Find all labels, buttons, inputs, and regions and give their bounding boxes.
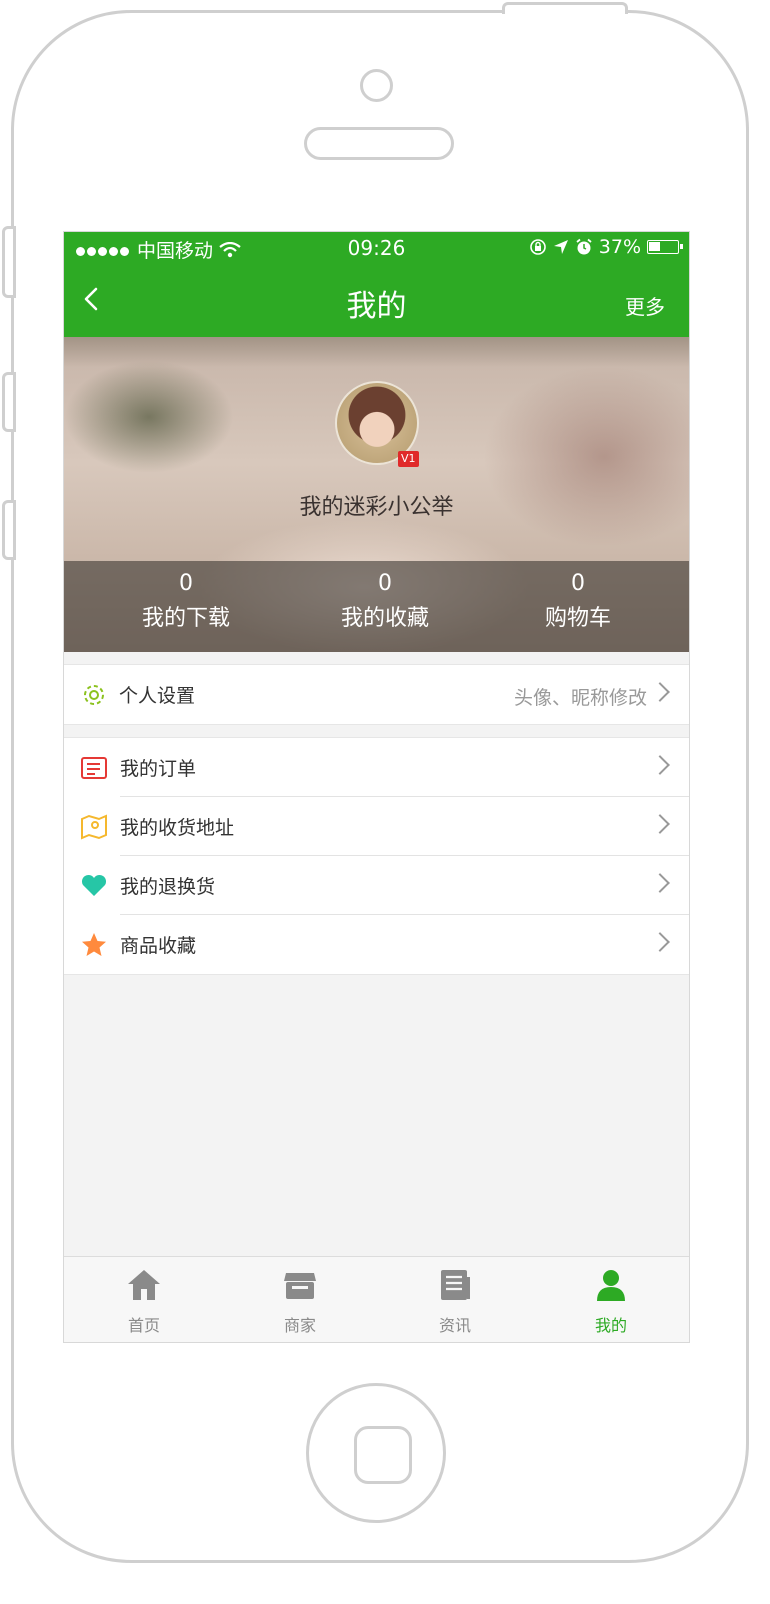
heart-icon xyxy=(81,874,107,896)
chevron-right-icon xyxy=(650,873,670,893)
tab-bar: 首页 商家 资讯 我的 xyxy=(64,1256,689,1342)
stat-value: 0 xyxy=(179,571,193,596)
stat-label: 我的下载 xyxy=(141,606,230,631)
mute-switch xyxy=(2,226,16,298)
tab-label: 商家 xyxy=(283,1316,316,1335)
row-label: 我的退换货 xyxy=(120,876,216,898)
stat-cart[interactable]: 0 购物车 xyxy=(498,571,658,632)
status-bar: 中国移动 09:26 37% xyxy=(64,232,689,265)
location-arrow-icon xyxy=(553,240,568,254)
tab-mine[interactable]: 我的 xyxy=(533,1257,689,1342)
home-button[interactable] xyxy=(306,1383,446,1523)
stat-label: 我的收藏 xyxy=(340,606,429,631)
user-icon xyxy=(597,1270,625,1301)
page-title: 我的 xyxy=(346,289,407,324)
menu-section: 我的订单 我的收货地址 我的退换货 商品收藏 xyxy=(64,737,689,975)
more-button[interactable]: 更多 xyxy=(625,291,665,320)
stat-label: 购物车 xyxy=(544,606,611,631)
star-icon xyxy=(82,933,106,956)
gear-icon xyxy=(84,685,104,705)
order-icon xyxy=(81,757,107,779)
store-icon xyxy=(284,1273,316,1299)
stat-value: 0 xyxy=(378,571,392,596)
row-label: 个人设置 xyxy=(119,685,196,707)
chevron-right-icon xyxy=(650,814,670,834)
personal-settings-row[interactable]: 个人设置 头像、昵称修改 xyxy=(64,665,689,724)
map-icon xyxy=(81,814,107,840)
power-button xyxy=(502,2,628,14)
chevron-right-icon xyxy=(650,682,670,702)
settings-section: 个人设置 头像、昵称修改 xyxy=(64,664,689,725)
news-icon xyxy=(441,1270,470,1300)
menu-item-address[interactable]: 我的收货地址 xyxy=(64,797,689,856)
tab-label: 我的 xyxy=(594,1316,627,1335)
volume-up-button xyxy=(2,372,16,432)
stats-bar: 0 我的下载 0 我的收藏 0 购物车 xyxy=(64,561,689,652)
stat-favorites[interactable]: 0 我的收藏 xyxy=(305,571,465,632)
tab-home[interactable]: 首页 xyxy=(66,1257,222,1342)
tab-merchants[interactable]: 商家 xyxy=(222,1257,378,1342)
front-camera xyxy=(360,69,393,102)
banner-background-image xyxy=(64,337,689,367)
vip-badge: V1 xyxy=(398,451,419,467)
menu-item-returns[interactable]: 我的退换货 xyxy=(64,856,689,915)
menu-item-orders[interactable]: 我的订单 xyxy=(64,738,689,797)
chevron-right-icon xyxy=(650,755,670,775)
rotation-lock-icon xyxy=(529,239,546,255)
row-label: 我的订单 xyxy=(120,758,197,780)
home-button-square xyxy=(354,1426,412,1484)
stat-value: 0 xyxy=(571,571,585,596)
stat-downloads[interactable]: 0 我的下载 xyxy=(106,571,266,632)
tab-news[interactable]: 资讯 xyxy=(377,1257,533,1342)
earpiece-speaker xyxy=(304,127,454,160)
profile-banner: V1 我的迷彩小公举 0 我的下载 0 我的收藏 0 购物车 xyxy=(64,337,689,652)
battery-percent: 37% xyxy=(598,236,641,258)
row-label: 商品收藏 xyxy=(120,935,197,957)
row-label: 我的收货地址 xyxy=(120,817,235,839)
battery-icon xyxy=(647,240,683,254)
nav-bar: 我的 更多 xyxy=(64,265,689,337)
chevron-right-icon xyxy=(650,932,670,952)
menu-item-favorites[interactable]: 商品收藏 xyxy=(64,915,689,974)
tab-label: 资讯 xyxy=(438,1316,471,1335)
nickname[interactable]: 我的迷彩小公举 xyxy=(64,489,689,521)
volume-down-button xyxy=(2,500,16,560)
alarm-icon xyxy=(576,238,592,255)
tab-label: 首页 xyxy=(127,1316,160,1335)
screen: 中国移动 09:26 37% 我的 更多 V1 我的迷彩小公举 0 我的下载 0… xyxy=(63,231,690,1343)
home-icon xyxy=(128,1270,160,1300)
row-hint: 头像、昵称修改 xyxy=(513,687,647,709)
